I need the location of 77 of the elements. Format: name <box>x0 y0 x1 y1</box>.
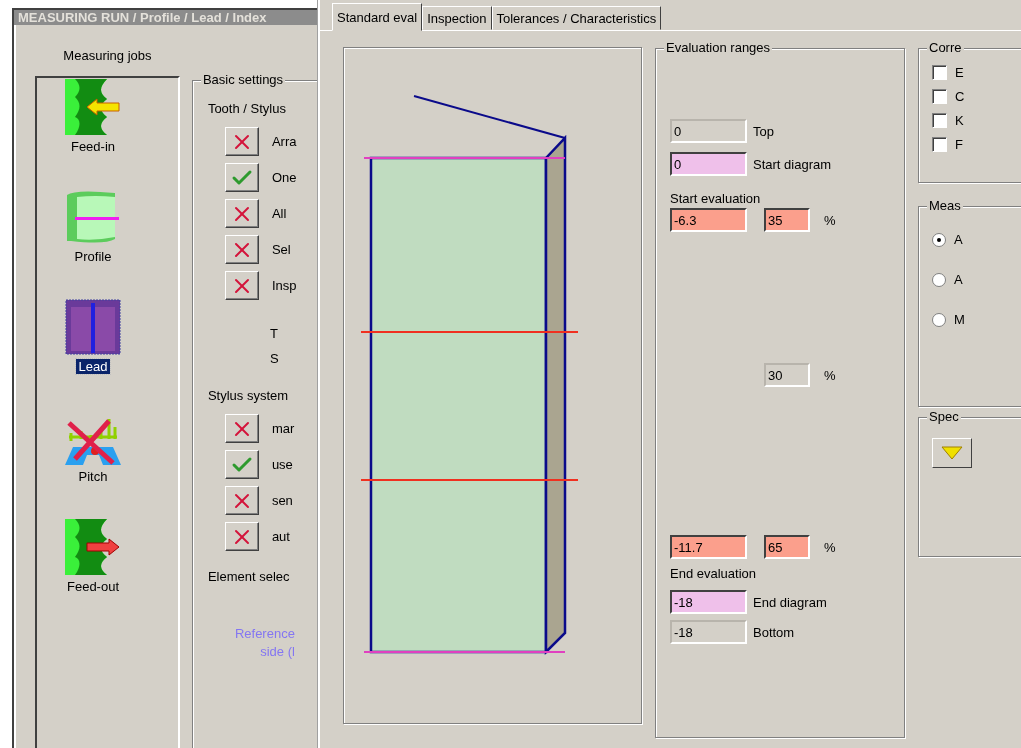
checkbox-label: F <box>955 137 963 152</box>
field-label: End diagram <box>753 594 827 610</box>
toggle-button[interactable] <box>224 450 259 479</box>
toggle-button[interactable] <box>224 163 259 192</box>
block-arrow-icon <box>65 519 121 575</box>
field-label: Bottom <box>753 624 795 640</box>
percent-field[interactable]: 65 <box>764 535 810 559</box>
cylinder-icon <box>65 299 121 355</box>
jobs-heading: Measuring jobs <box>62 48 153 65</box>
toggle-button[interactable] <box>224 271 259 300</box>
group-title: Meas <box>927 198 963 213</box>
group-title: Basic settings <box>200 72 286 87</box>
value-field[interactable]: -6.3 <box>670 208 747 232</box>
triangle-icon <box>941 446 963 460</box>
option-label: mar <box>271 421 295 436</box>
value-field[interactable]: 0 <box>670 119 747 143</box>
checkbox[interactable] <box>932 89 947 104</box>
job-item[interactable]: Pitch <box>75 469 111 484</box>
checkbox-label: C <box>955 89 965 104</box>
section-heading: Stylus system <box>207 388 290 403</box>
toggle-button[interactable] <box>224 522 259 551</box>
toggle-button[interactable] <box>224 199 259 228</box>
radio-label: M <box>954 312 965 327</box>
job-item[interactable]: Lead <box>75 359 111 374</box>
group-title: Spec <box>927 409 961 424</box>
checkbox-label: E <box>955 65 964 80</box>
checkbox[interactable] <box>932 65 947 80</box>
toggle-button[interactable] <box>224 235 259 264</box>
section-heading: Tooth / Stylus <box>207 101 287 116</box>
setting-label: S <box>269 351 280 366</box>
field-label: Top <box>753 123 774 139</box>
radio-button[interactable] <box>932 232 946 247</box>
option-label: Sel <box>271 242 291 257</box>
toggle-button[interactable] <box>224 127 259 156</box>
option-label: aut <box>271 529 290 544</box>
option-label: Arra <box>271 134 297 149</box>
section-heading: Element selec <box>207 569 291 584</box>
toggle-button[interactable] <box>224 414 259 443</box>
value-field[interactable]: -18 <box>670 590 747 614</box>
tab[interactable]: Tolerances / Characteristics <box>491 6 662 30</box>
job-item[interactable]: Feed-out <box>64 579 123 594</box>
unit-label: % <box>824 367 836 383</box>
job-item[interactable]: Feed-in <box>67 139 119 154</box>
value-field[interactable]: 0 <box>670 152 747 176</box>
option-label: All <box>271 206 287 221</box>
tab[interactable]: Inspection <box>422 6 492 30</box>
percent-field[interactable]: 30 <box>764 363 810 387</box>
unit-label: % <box>824 212 836 228</box>
radio-button[interactable] <box>932 312 946 327</box>
group-title: Evaluation ranges <box>664 40 773 55</box>
group-title: Corre <box>927 40 964 55</box>
value-field[interactable]: -18 <box>670 620 747 644</box>
percent-field[interactable]: 35 <box>764 208 810 232</box>
tab[interactable]: Standard eval <box>332 3 423 31</box>
checkbox[interactable] <box>932 137 947 152</box>
job-item[interactable]: Profile <box>71 249 115 264</box>
reference-note: Reference side (l <box>233 625 295 661</box>
range-caption: Start evaluation <box>670 191 761 206</box>
value-field[interactable]: -11.7 <box>670 535 747 559</box>
window-title: MEASURING RUN / Profile / Lead / Index <box>14 10 320 25</box>
setting-label: T <box>269 326 279 341</box>
option-label: Insp <box>271 278 297 293</box>
range-caption: End evaluation <box>670 566 756 581</box>
field-label: Start diagram <box>753 156 832 172</box>
radio-label: A <box>954 232 963 247</box>
checkbox[interactable] <box>932 113 947 128</box>
cylinder-icon <box>65 189 121 245</box>
block-arrow-icon <box>65 79 121 135</box>
unit-label: % <box>824 539 836 555</box>
option-label: use <box>271 457 293 472</box>
radio-button[interactable] <box>932 272 946 287</box>
checkbox-label: K <box>955 113 964 128</box>
option-label: One <box>271 170 297 185</box>
toggle-button[interactable] <box>224 486 259 515</box>
option-label: sen <box>271 493 293 508</box>
dropdown-button[interactable] <box>932 438 972 468</box>
radio-label: A <box>954 272 963 287</box>
